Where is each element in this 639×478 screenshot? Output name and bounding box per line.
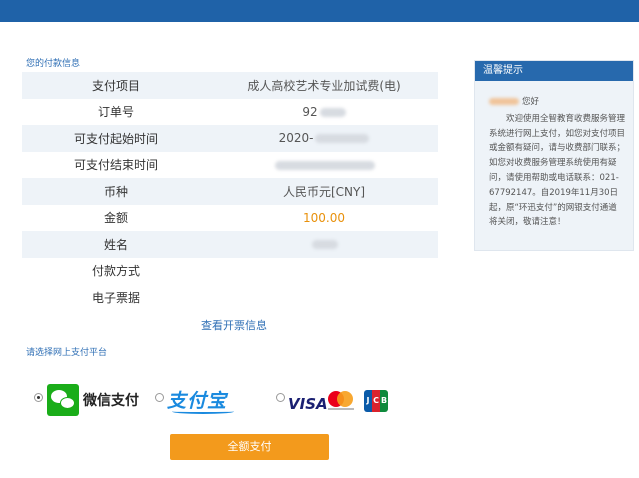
card-radio[interactable] <box>276 393 285 402</box>
payment-info-table: 支付项目 成人高校艺术专业加试费(电) 订单号 92 可支付起始时间 2020-… <box>22 72 438 311</box>
row-value <box>210 152 438 179</box>
view-invoice-link[interactable]: 查看开票信息 <box>201 317 267 333</box>
redacted-mask <box>319 107 346 117</box>
table-row: 支付项目 成人高校艺术专业加试费(电) <box>22 72 438 99</box>
tips-title: 温馨提示 <box>475 61 633 81</box>
tips-body: 您好 欢迎使用全智教育收费服务管理系统进行网上支付，如您对支付项目或金额有疑问，… <box>475 81 633 230</box>
wechat-icon <box>47 384 79 416</box>
table-row: 金额 100.00 <box>22 205 438 232</box>
row-value: 成人高校艺术专业加试费(电) <box>210 72 438 99</box>
mastercard-icon[interactable] <box>328 391 354 413</box>
table-row: 订单号 92 <box>22 99 438 126</box>
wechat-pay-option[interactable]: 微信支付 <box>47 384 139 416</box>
start-time-text: 2020- <box>278 131 314 146</box>
redacted-mask <box>275 160 375 170</box>
platform-title: 请选择网上支付平台 <box>26 348 108 358</box>
table-row: 姓名 <box>22 231 438 258</box>
jcb-letter: B <box>380 390 388 412</box>
full-payment-button[interactable]: 全额支付 <box>170 434 329 460</box>
tips-greeting: 您好 <box>489 95 625 110</box>
tips-greeting-text: 您好 <box>522 97 540 107</box>
order-number-text: 92 <box>302 104 318 119</box>
row-label: 付款方式 <box>91 264 140 279</box>
row-value: 人民币元[CNY] <box>210 178 438 205</box>
tips-text: 欢迎使用全智教育收费服务管理系统进行网上支付，如您对支付项目或金额有疑问，请与收… <box>489 113 626 228</box>
payment-info-title: 您的付款信息 <box>26 59 81 69</box>
row-label: 金额 <box>103 211 128 226</box>
jcb-letter: C <box>372 390 380 412</box>
redacted-mask <box>315 134 370 144</box>
row-label: 姓名 <box>22 231 210 258</box>
redacted-mask <box>312 240 338 250</box>
wechat-pay-label: 微信支付 <box>83 393 139 409</box>
wechat-radio[interactable] <box>34 393 43 402</box>
amount-value: 100.00 <box>303 210 345 225</box>
table-row: 电子票据 <box>22 284 438 311</box>
table-row: 币种 人民币元[CNY] <box>22 178 438 205</box>
alipay-radio[interactable] <box>155 393 164 402</box>
table-row: 可支付起始时间 2020- <box>22 125 438 152</box>
row-label: 可支付结束时间 <box>73 158 158 173</box>
row-value <box>210 231 438 258</box>
redacted-mask <box>489 98 519 105</box>
row-label: 电子票据 <box>91 290 140 305</box>
row-value <box>210 258 438 285</box>
visa-logo[interactable]: VISA <box>288 395 328 413</box>
row-label: 可支付起始时间 <box>22 125 210 152</box>
alipay-swoosh-icon <box>172 409 234 414</box>
row-label: 币种 <box>22 178 210 205</box>
row-value: 92 <box>210 99 438 126</box>
table-row: 付款方式 <box>22 258 438 285</box>
tips-panel: 温馨提示 您好 欢迎使用全智教育收费服务管理系统进行网上支付，如您对支付项目或金… <box>474 60 634 251</box>
table-row: 可支付结束时间 <box>22 152 438 179</box>
row-value: 2020- <box>210 125 438 152</box>
row-value <box>210 284 438 311</box>
jcb-logo[interactable]: J C B <box>364 390 388 412</box>
top-header-bar <box>0 0 639 22</box>
jcb-letter: J <box>364 390 372 412</box>
row-label: 订单号 <box>97 105 134 120</box>
row-label: 支付项目 <box>22 72 210 99</box>
